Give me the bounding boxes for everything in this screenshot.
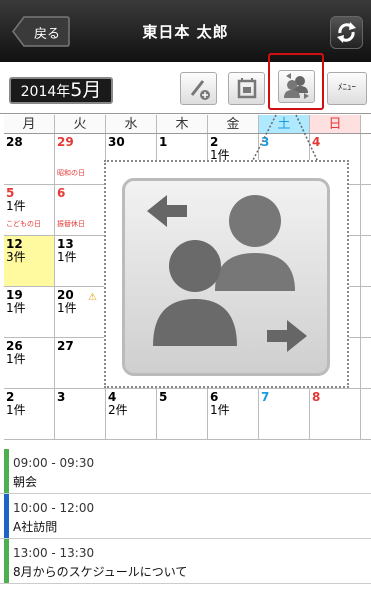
schedule-color-bar	[4, 494, 9, 538]
schedule-time: 10:00 - 12:00	[13, 501, 95, 515]
schedule-color-bar	[4, 539, 9, 583]
schedule-title: 朝会	[13, 475, 38, 489]
schedule-time: 13:00 - 13:30	[13, 546, 95, 560]
switch-user-large-icon	[147, 195, 307, 352]
schedule-item[interactable]: 13:00 - 13:30 8月からのスケジュールについて	[0, 539, 371, 584]
schedule-item[interactable]: 10:00 - 12:00 A社訪問	[0, 494, 371, 539]
switch-user-icon-enlarged	[122, 178, 330, 376]
schedule-title: 8月からのスケジュールについて	[13, 565, 188, 579]
schedule-item[interactable]: 09:00 - 09:30 朝会	[0, 449, 371, 494]
icon-callout-popup	[104, 160, 349, 388]
schedule-time: 09:00 - 09:30	[13, 456, 95, 470]
schedule-color-bar	[4, 449, 9, 493]
schedule-title: A社訪問	[13, 520, 58, 534]
day-schedule-list: 09:00 - 09:30 朝会 10:00 - 12:00 A社訪問 13:00 - …	[0, 449, 371, 584]
